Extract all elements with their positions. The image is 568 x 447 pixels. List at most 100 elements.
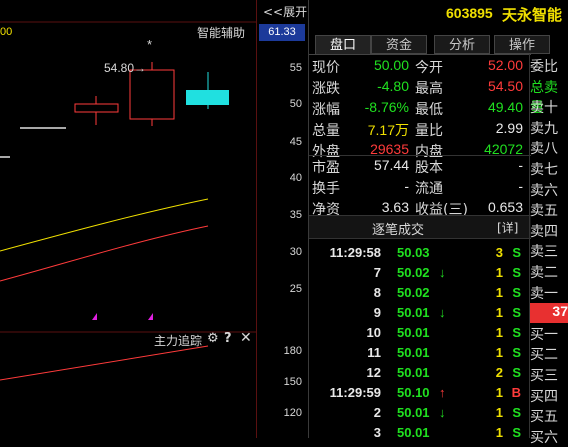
help-icon[interactable]: ? bbox=[224, 331, 232, 346]
quote-value: 50.00 bbox=[373, 57, 409, 73]
smart-assist-label[interactable]: 智能辅助 bbox=[197, 24, 245, 41]
quote-row: 涨跌 -4.80 最高 54.50 bbox=[309, 77, 529, 98]
candle-body bbox=[74, 103, 119, 113]
tick-time: 7 bbox=[373, 265, 381, 280]
quote-value: 54.50 bbox=[487, 78, 523, 94]
orderbook-label: 买六 bbox=[530, 429, 558, 446]
quote-label: 今开 bbox=[415, 60, 443, 76]
close-icon[interactable]: ✕ bbox=[240, 330, 252, 346]
quote-value: 57.44 bbox=[373, 157, 409, 173]
orderbook-label: 买三 bbox=[530, 368, 558, 384]
tick-volume: 1 bbox=[495, 325, 503, 340]
quote-value: 0.653 bbox=[487, 199, 523, 215]
quote-value: - bbox=[518, 157, 523, 173]
quote-label: 涨跌 bbox=[312, 81, 340, 97]
tick-time: 8 bbox=[373, 285, 381, 300]
tick-arrow-icon: ↓ bbox=[439, 265, 446, 280]
tick-time: 11:29:58 bbox=[329, 245, 381, 260]
quote-value: -4.80 bbox=[377, 78, 409, 94]
tick-price: 50.01 bbox=[397, 325, 430, 340]
y-tick-label: 25 bbox=[289, 283, 302, 295]
tick-row: 7 50.02 ↓ 1 S bbox=[309, 264, 529, 284]
tick-row: 12 50.01 2 S bbox=[309, 364, 529, 384]
indicator-tick-label: 180 bbox=[283, 345, 302, 357]
y-tick-label: 30 bbox=[289, 246, 302, 258]
tick-volume: 1 bbox=[495, 345, 503, 360]
quote-value: 52.00 bbox=[487, 57, 523, 73]
tick-side: S bbox=[512, 365, 521, 380]
quote-value: - bbox=[404, 178, 409, 194]
tick-row: 2 50.01 ↓ 1 S bbox=[309, 404, 529, 424]
quote-label: 换手 bbox=[312, 181, 340, 197]
tick-time: 10 bbox=[366, 325, 381, 340]
quote-label: 最低 bbox=[415, 102, 443, 118]
tab-fenxi[interactable]: 分析 bbox=[434, 35, 490, 54]
quote-label: 涨幅 bbox=[312, 102, 340, 118]
tick-side: B bbox=[511, 385, 521, 400]
candle-body bbox=[186, 90, 229, 105]
tick-side: S bbox=[512, 245, 521, 260]
tick-price: 50.03 bbox=[397, 245, 430, 260]
tick-row: 8 50.02 1 S bbox=[309, 284, 529, 304]
tick-volume: 1 bbox=[495, 265, 503, 280]
y-tick-label: 35 bbox=[289, 209, 302, 221]
tick-volume: 1 bbox=[495, 285, 503, 300]
tick-arrow-icon: ↑ bbox=[439, 385, 446, 400]
current-price-tag: 61.33 bbox=[259, 24, 305, 41]
tick-volume: 1 bbox=[495, 305, 503, 320]
ticks-header: 逐笔成交 [详] bbox=[309, 215, 531, 239]
orderbook-label: 卖九 bbox=[530, 120, 558, 137]
quote-value: - bbox=[518, 178, 523, 194]
expand-button[interactable]: <<展开 bbox=[263, 3, 307, 20]
orderbook-label: 买五 bbox=[530, 409, 558, 426]
ticks-detail-button[interactable]: [详] bbox=[497, 219, 518, 236]
candle-body bbox=[129, 69, 175, 120]
ma-line-yellow bbox=[0, 198, 209, 252]
quote-label: 最高 bbox=[415, 81, 443, 97]
quote-label: 量比 bbox=[415, 123, 443, 139]
stock-code: 603895 bbox=[446, 5, 493, 21]
gear-icon[interactable]: ⚙ bbox=[207, 331, 219, 346]
tick-side: S bbox=[512, 305, 521, 320]
tick-volume: 3 bbox=[495, 245, 503, 260]
tick-row: 9 50.01 ↓ 1 S bbox=[309, 304, 529, 324]
orderbook-label: 卖六 bbox=[530, 182, 558, 199]
tick-row: 3 50.01 1 S bbox=[309, 424, 529, 444]
candlestick-chart[interactable]: 00 智能辅助 54.80→ * 主力追踪 ⚙ ? ✕ bbox=[0, 0, 256, 438]
tick-volume: 1 bbox=[495, 405, 503, 420]
orderbook-label: 卖五 bbox=[530, 203, 558, 220]
quote-panel: 603895 天永智能 盘口 资金 分析 操作 现价 50.00 今开 52.0… bbox=[308, 0, 568, 440]
tab-caozuo[interactable]: 操作 bbox=[494, 35, 550, 54]
orderbook-label: 卖三 bbox=[530, 244, 558, 261]
tick-volume: 1 bbox=[495, 385, 503, 400]
tick-side: S bbox=[512, 405, 521, 420]
tab-zijin[interactable]: 资金 bbox=[371, 35, 427, 54]
indicator-tick-label: 150 bbox=[283, 376, 302, 388]
star-marker: * bbox=[147, 37, 153, 52]
quote-value: -8.76% bbox=[364, 99, 409, 115]
quote-row: 换手 - 流通 - bbox=[309, 177, 529, 198]
tick-side: S bbox=[512, 325, 521, 340]
quote-value: 2.99 bbox=[495, 120, 523, 136]
orderbook-label: 委比 bbox=[530, 59, 558, 75]
orderbook-label: 买四 bbox=[530, 388, 558, 405]
quote-row: 总量 7.17万 量比 2.99 bbox=[309, 119, 529, 140]
quote-label: 股本 bbox=[415, 160, 443, 176]
tab-pankou[interactable]: 盘口 bbox=[315, 35, 371, 54]
orderbook-label: 卖八 bbox=[530, 141, 558, 158]
ticks-title: 逐笔成交 bbox=[372, 223, 425, 238]
tick-arrow-icon: ↓ bbox=[439, 305, 446, 320]
orderbook-label: 卖二 bbox=[530, 265, 558, 281]
tick-arrow-icon: ↓ bbox=[439, 405, 446, 420]
tick-row: 11 50.01 1 S bbox=[309, 344, 529, 364]
orderbook-label: 卖七 bbox=[530, 162, 558, 178]
y-tick-label: 55 bbox=[289, 62, 302, 74]
quote-label: 市盈 bbox=[312, 160, 340, 176]
orderbook-label: 卖十 bbox=[530, 100, 558, 117]
tick-row: 11:29:59 50.10 ↑ 1 B bbox=[309, 384, 529, 404]
tick-price: 50.01 bbox=[397, 345, 430, 360]
tick-side: S bbox=[512, 345, 521, 360]
quote-label: 现价 bbox=[312, 60, 340, 76]
tick-price: 50.01 bbox=[397, 305, 430, 320]
quote-label: 总量 bbox=[312, 123, 340, 139]
